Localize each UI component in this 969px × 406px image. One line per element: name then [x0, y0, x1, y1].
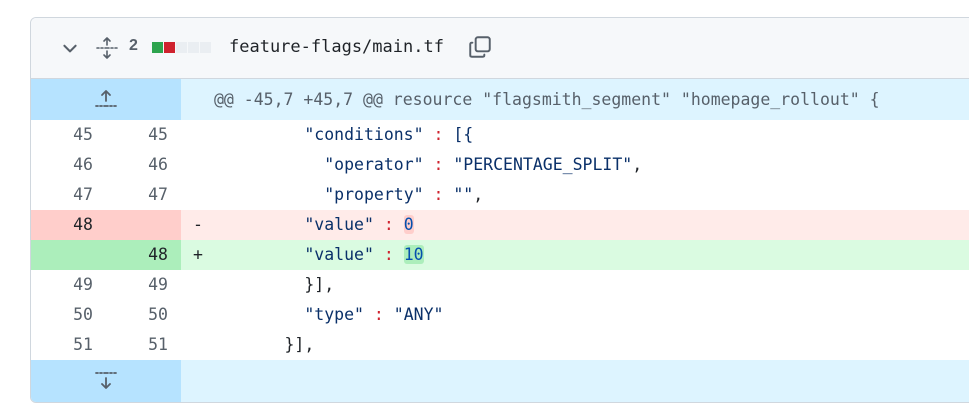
- chevron-down-icon[interactable]: [61, 39, 79, 57]
- code-key: "value": [304, 215, 374, 234]
- code-colon: :: [423, 155, 454, 174]
- diff-sign: [193, 120, 205, 150]
- diff-sign: [193, 330, 205, 360]
- expand-down-spacer: [181, 360, 969, 402]
- new-line-number[interactable]: 47: [106, 180, 181, 210]
- code-colon: :: [373, 245, 404, 264]
- code-line: - "value" : 0: [181, 210, 969, 240]
- old-line-number[interactable]: 46: [31, 150, 106, 180]
- code-value: "PERCENTAGE_SPLIT": [453, 155, 633, 174]
- new-line-number[interactable]: 50: [106, 300, 181, 330]
- diff-sign: [193, 300, 205, 330]
- code-colon: :: [423, 185, 454, 204]
- context-line: 47 47 "property" : "",: [31, 180, 969, 210]
- code-value: "": [453, 185, 474, 204]
- old-line-number[interactable]: 50: [31, 300, 106, 330]
- file-name[interactable]: feature-flags/main.tf: [229, 37, 444, 57]
- new-line-number[interactable]: 45: [106, 120, 181, 150]
- expand-down-button[interactable]: [31, 360, 181, 402]
- code-key: "value": [304, 245, 374, 264]
- diffstat-block: [164, 42, 175, 53]
- expand-down-icon: [95, 372, 117, 389]
- diffstat-block: [176, 42, 187, 53]
- deleted-line: 48 - "value" : 0: [31, 210, 969, 240]
- context-line: 49 49 }],: [31, 270, 969, 300]
- new-line-number[interactable]: 46: [106, 150, 181, 180]
- code-line: "operator" : "PERCENTAGE_SPLIT",: [181, 150, 969, 180]
- old-line-number[interactable]: 51: [31, 330, 106, 360]
- code-line: }],: [181, 270, 969, 300]
- code-line: "type" : "ANY": [181, 300, 969, 330]
- old-line-number[interactable]: 49: [31, 270, 106, 300]
- changes-count: 2: [129, 37, 138, 54]
- expand-up-button[interactable]: [31, 79, 181, 120]
- diff-sign: [193, 180, 205, 210]
- expand-down-row: [31, 360, 969, 402]
- code-colon: :: [373, 215, 404, 234]
- code-line: }],: [181, 330, 969, 360]
- diffstat-block: [188, 42, 199, 53]
- diffstat-block: [152, 42, 163, 53]
- diffstat: [152, 42, 211, 53]
- added-line: 48 + "value" : 10: [31, 240, 969, 270]
- code-value: [{: [453, 125, 474, 144]
- code-value: 10: [403, 245, 424, 264]
- diff-file: 2 feature-flags/main.tf @@ -45,7 +45,7 @…: [30, 17, 969, 403]
- diff-sign: [193, 270, 205, 300]
- code-colon: :: [363, 305, 394, 324]
- diffstat-block: [200, 42, 211, 53]
- hunk-header-text: @@ -45,7 +45,7 @@ resource "flagsmith_se…: [181, 79, 969, 120]
- old-line-number[interactable]: 45: [31, 120, 106, 150]
- new-line-number[interactable]: 51: [106, 330, 181, 360]
- code-key: "conditions": [304, 125, 424, 144]
- code-line: + "value" : 10: [181, 240, 969, 270]
- code-value: 0: [403, 215, 414, 234]
- code-line: "conditions" : [{: [181, 120, 969, 150]
- file-header: 2 feature-flags/main.tf: [31, 18, 969, 79]
- code-key: "property": [324, 185, 424, 204]
- old-line-number[interactable]: [31, 240, 106, 270]
- diff-sign: [193, 150, 205, 180]
- context-line: 50 50 "type" : "ANY": [31, 300, 969, 330]
- expand-up-icon: [95, 90, 117, 107]
- code-value: }],: [304, 275, 335, 294]
- hunk-header-row: @@ -45,7 +45,7 @@ resource "flagsmith_se…: [31, 79, 969, 120]
- new-line-number[interactable]: 48: [106, 240, 181, 270]
- code-line: "property" : "",: [181, 180, 969, 210]
- diff-rows: @@ -45,7 +45,7 @@ resource "flagsmith_se…: [31, 79, 969, 402]
- code-key: "type": [304, 305, 364, 324]
- code-colon: :: [423, 125, 454, 144]
- context-line: 45 45 "conditions" : [{: [31, 120, 969, 150]
- context-line: 46 46 "operator" : "PERCENTAGE_SPLIT",: [31, 150, 969, 180]
- old-line-number[interactable]: 48: [31, 210, 106, 240]
- unfold-icon[interactable]: [95, 36, 119, 60]
- old-line-number[interactable]: 47: [31, 180, 106, 210]
- code-value: }],: [284, 335, 315, 354]
- new-line-number[interactable]: [106, 210, 181, 240]
- new-line-number[interactable]: 49: [106, 270, 181, 300]
- diff-sign: +: [193, 245, 203, 264]
- code-key: "operator": [324, 155, 424, 174]
- context-line: 51 51 }],: [31, 330, 969, 360]
- code-value: "ANY": [393, 305, 444, 324]
- diff-sign: -: [193, 215, 203, 234]
- copy-icon[interactable]: [467, 34, 493, 60]
